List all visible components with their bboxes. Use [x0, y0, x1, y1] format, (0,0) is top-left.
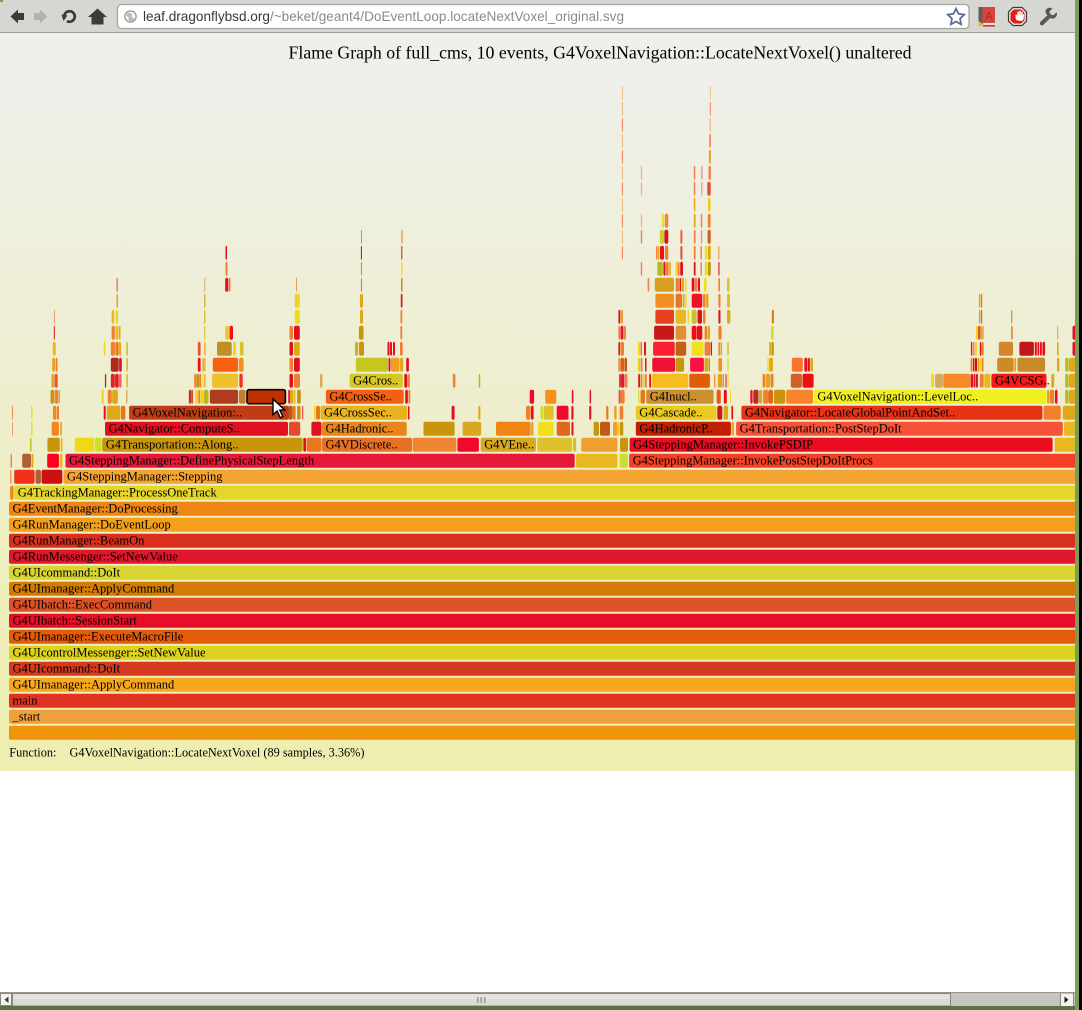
- svg-text:G4SteppingManager::DefinePhysi: G4SteppingManager::DefinePhysicalStepLen…: [69, 454, 315, 468]
- svg-text:G4VDiscrete..: G4VDiscrete..: [326, 438, 398, 452]
- svg-text:G4UIcontrolMessenger::SetNewVa: G4UIcontrolMessenger::SetNewValue: [13, 646, 206, 660]
- svg-text:G4UImanager::ExecuteMacroFile: G4UImanager::ExecuteMacroFile: [13, 630, 184, 644]
- svg-text:G4EventManager::DoProcessing: G4EventManager::DoProcessing: [13, 502, 179, 516]
- svg-text:G4VoxelNavigation::LevelLoc..: G4VoxelNavigation::LevelLoc..: [817, 390, 978, 404]
- svg-text:G4RunManager::BeamOn: G4RunManager::BeamOn: [13, 534, 146, 548]
- svg-text:G4CrossSe..: G4CrossSe..: [329, 390, 392, 404]
- svg-text:G4SteppingManager::InvokePSDIP: G4SteppingManager::InvokePSDIP: [633, 438, 813, 452]
- svg-text:G4CrossSec..: G4CrossSec..: [324, 406, 392, 420]
- svg-text:G4Navigator::LocateGlobalPoint: G4Navigator::LocateGlobalPointAndSet..: [745, 406, 955, 420]
- svg-text:G4UImanager::ApplyCommand: G4UImanager::ApplyCommand: [13, 678, 176, 692]
- svg-text:G4TrackingManager::ProcessOneT: G4TrackingManager::ProcessOneTrack: [18, 486, 218, 500]
- svg-text:main: main: [13, 694, 39, 708]
- svg-text:G4SteppingManager::Stepping: G4SteppingManager::Stepping: [67, 470, 223, 484]
- svg-text:Flame Graph of full_cms, 10 ev: Flame Graph of full_cms, 10 events, G4Vo…: [288, 43, 911, 64]
- svg-text:G4UImanager::ApplyCommand: G4UImanager::ApplyCommand: [13, 582, 176, 596]
- svg-text:G4Cascade..: G4Cascade..: [639, 406, 702, 420]
- svg-text:G4UIcommand::DoIt: G4UIcommand::DoIt: [13, 566, 121, 580]
- svg-text:G4Navigator::ComputeS..: G4Navigator::ComputeS..: [109, 422, 240, 436]
- svg-text:G4Transportation::Along..: G4Transportation::Along..: [106, 438, 239, 452]
- svg-text:G4UIcommand::DoIt: G4UIcommand::DoIt: [13, 662, 121, 676]
- svg-text:A: A: [985, 11, 993, 23]
- svg-text:G4Transportation::PostStepDoIt: G4Transportation::PostStepDoIt: [740, 422, 903, 436]
- svg-text:G4VoxelNavigation:..: G4VoxelNavigation:..: [133, 406, 242, 420]
- svg-text:G4Cros..: G4Cros..: [353, 374, 398, 388]
- svg-text:G4RunMessenger::SetNewValue: G4RunMessenger::SetNewValue: [13, 550, 179, 564]
- svg-text:G4Hadronic..: G4Hadronic..: [326, 422, 394, 436]
- svg-text:G4RunManager::DoEventLoop: G4RunManager::DoEventLoop: [13, 518, 171, 532]
- svg-text:G4VCSG..: G4VCSG..: [995, 374, 1050, 388]
- svg-text:G4Inucl..: G4Inucl..: [650, 390, 697, 404]
- svg-text:G4UIbatch::ExecCommand: G4UIbatch::ExecCommand: [13, 598, 153, 612]
- svg-text:G4HadronicP..: G4HadronicP..: [639, 422, 713, 436]
- svg-text:_start: _start: [12, 710, 41, 724]
- svg-text:leaf.dragonflybsd.org/~beket/g: leaf.dragonflybsd.org/~beket/geant4/DoEv…: [143, 9, 624, 24]
- svg-text:G4VoxelNavigation::LocateNextV: G4VoxelNavigation::LocateNextVoxel (89 s…: [70, 746, 365, 760]
- svg-text:G4UIbatch::SessionStart: G4UIbatch::SessionStart: [13, 614, 138, 628]
- svg-text:G4SteppingManager::InvokePostS: G4SteppingManager::InvokePostStepDoItPro…: [633, 454, 873, 468]
- svg-text:Function:: Function:: [9, 746, 56, 760]
- svg-text:G4VEne..: G4VEne..: [484, 438, 534, 452]
